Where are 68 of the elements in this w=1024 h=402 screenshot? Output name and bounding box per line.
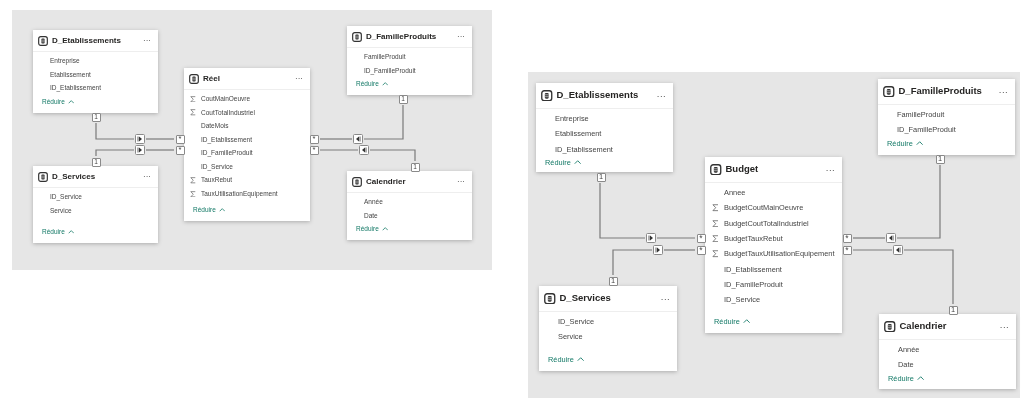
chevron-up-icon (67, 230, 75, 235)
relationship-line[interactable] (95, 149, 135, 157)
more-options-button[interactable]: ··· (455, 177, 467, 186)
chevron-up-icon (742, 319, 751, 324)
relationship-line[interactable] (656, 237, 696, 239)
table-icon (189, 73, 199, 84)
more-options-button[interactable]: ··· (654, 90, 668, 101)
table-name: D_FamilleProduits (898, 84, 983, 99)
table-name: Réel (203, 72, 221, 85)
chevron-up-icon (381, 227, 389, 232)
table-icon (352, 31, 362, 42)
chevron-up-icon (576, 357, 585, 362)
table-name: D_FamilleProduits (366, 30, 438, 43)
table-name: D_Services (52, 170, 97, 183)
table-name: Calendrier (366, 175, 407, 188)
relationship-line[interactable] (145, 149, 175, 151)
table-name: D_Etablissements (556, 88, 640, 103)
relationship-line[interactable] (95, 122, 135, 140)
chevron-up-icon (218, 208, 226, 213)
relationship-line[interactable] (896, 164, 941, 239)
filter-direction-icon (353, 134, 363, 144)
filter-direction-icon (359, 145, 369, 155)
more-options-button[interactable]: ··· (997, 321, 1011, 332)
cardinality-label: * (842, 245, 852, 255)
table-name: D_Services (559, 291, 612, 306)
table-name: Calendrier (899, 319, 948, 334)
table-icon (38, 35, 48, 46)
cardinality-label: * (696, 233, 706, 243)
chevron-up-icon (573, 160, 582, 165)
relationship-line[interactable] (612, 249, 653, 276)
relationship-line[interactable] (903, 249, 954, 305)
table-icon (883, 85, 895, 98)
relationship-line[interactable] (145, 138, 175, 140)
chevron-up-icon (67, 100, 75, 105)
filter-direction-icon (886, 233, 896, 243)
relationship-line[interactable] (852, 249, 893, 251)
table-icon (544, 292, 556, 305)
more-options-button[interactable]: ··· (996, 86, 1010, 97)
table-icon (710, 163, 722, 176)
table-icon (38, 171, 48, 182)
chevron-up-icon (916, 375, 925, 381)
filter-direction-icon (646, 233, 656, 243)
relationship-line[interactable] (852, 237, 886, 239)
table-icon (352, 176, 362, 187)
cardinality-label: * (842, 233, 852, 243)
relationship-line[interactable] (599, 182, 646, 239)
relationship-line[interactable] (663, 249, 696, 251)
cardinality-label: * (696, 245, 706, 255)
more-options-button[interactable]: ··· (141, 172, 153, 181)
filter-direction-icon (653, 245, 663, 255)
more-options-button[interactable]: ··· (658, 293, 672, 304)
more-options-button[interactable]: ··· (455, 32, 467, 41)
table-name: Budget (725, 162, 760, 177)
filter-direction-icon (135, 134, 145, 144)
table-icon (541, 89, 553, 102)
relationship-line[interactable] (363, 104, 404, 140)
more-options-button[interactable]: ··· (293, 74, 305, 83)
filter-direction-icon (135, 145, 145, 155)
more-options-button[interactable]: ··· (823, 164, 837, 175)
relationship-line[interactable] (369, 149, 416, 162)
table-icon (884, 320, 896, 333)
table-name: D_Etablissements (52, 34, 122, 47)
relationship-line[interactable] (319, 138, 353, 140)
relationship-line[interactable] (319, 149, 359, 151)
filter-direction-icon (893, 245, 903, 255)
chevron-up-icon (381, 82, 389, 87)
more-options-button[interactable]: ··· (141, 36, 153, 45)
chevron-up-icon (915, 141, 924, 146)
